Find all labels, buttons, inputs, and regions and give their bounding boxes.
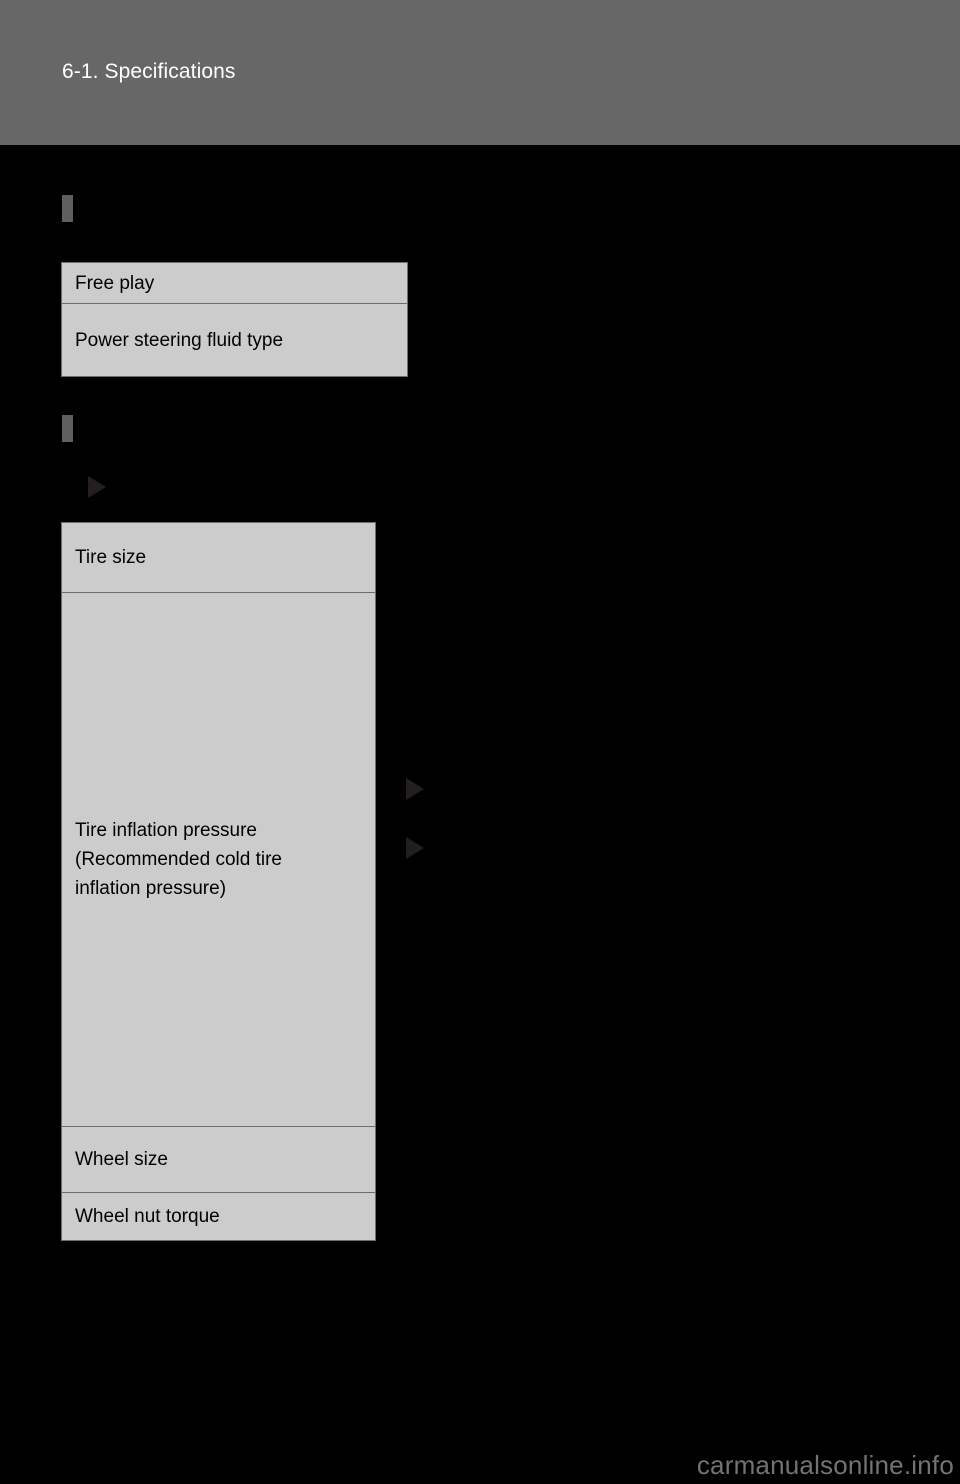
table-row: Free play: [61, 262, 408, 304]
page-header-band: 6-1. Specifications: [0, 0, 960, 145]
spec-label-tire-inflation-pressure: Tire inflation pressure (Recommended col…: [61, 592, 376, 1127]
table-row: Tire size: [61, 522, 376, 593]
table-row: Wheel nut torque: [61, 1192, 376, 1241]
page-title: 6-1. Specifications: [62, 60, 236, 83]
section-bar-marker-steering: [62, 195, 73, 222]
table-row: Wheel size: [61, 1126, 376, 1193]
triangle-marker-pressure-note-1: [406, 778, 424, 800]
spec-label-wheel-nut-torque: Wheel nut torque: [61, 1192, 376, 1241]
section-bar-marker-tires: [62, 415, 73, 442]
site-watermark: carmanualsonline.info: [696, 1450, 954, 1480]
table-row: Tire inflation pressure (Recommended col…: [61, 592, 376, 1127]
triangle-marker-tires-subheading: [88, 476, 106, 498]
steering-spec-table: Free play Power steering fluid type: [61, 262, 408, 377]
table-row: Power steering fluid type: [61, 303, 408, 377]
spec-label-wheel-size: Wheel size: [61, 1126, 376, 1193]
spec-label-free-play: Free play: [61, 262, 408, 304]
triangle-marker-pressure-note-2: [406, 837, 424, 859]
page-body: Free play Power steering fluid type Tire…: [0, 145, 960, 1484]
spec-label-power-steering-fluid-type: Power steering fluid type: [61, 303, 408, 377]
spec-label-tire-size: Tire size: [61, 522, 376, 593]
tires-spec-table: Tire size Tire inflation pressure (Recom…: [61, 522, 376, 1241]
